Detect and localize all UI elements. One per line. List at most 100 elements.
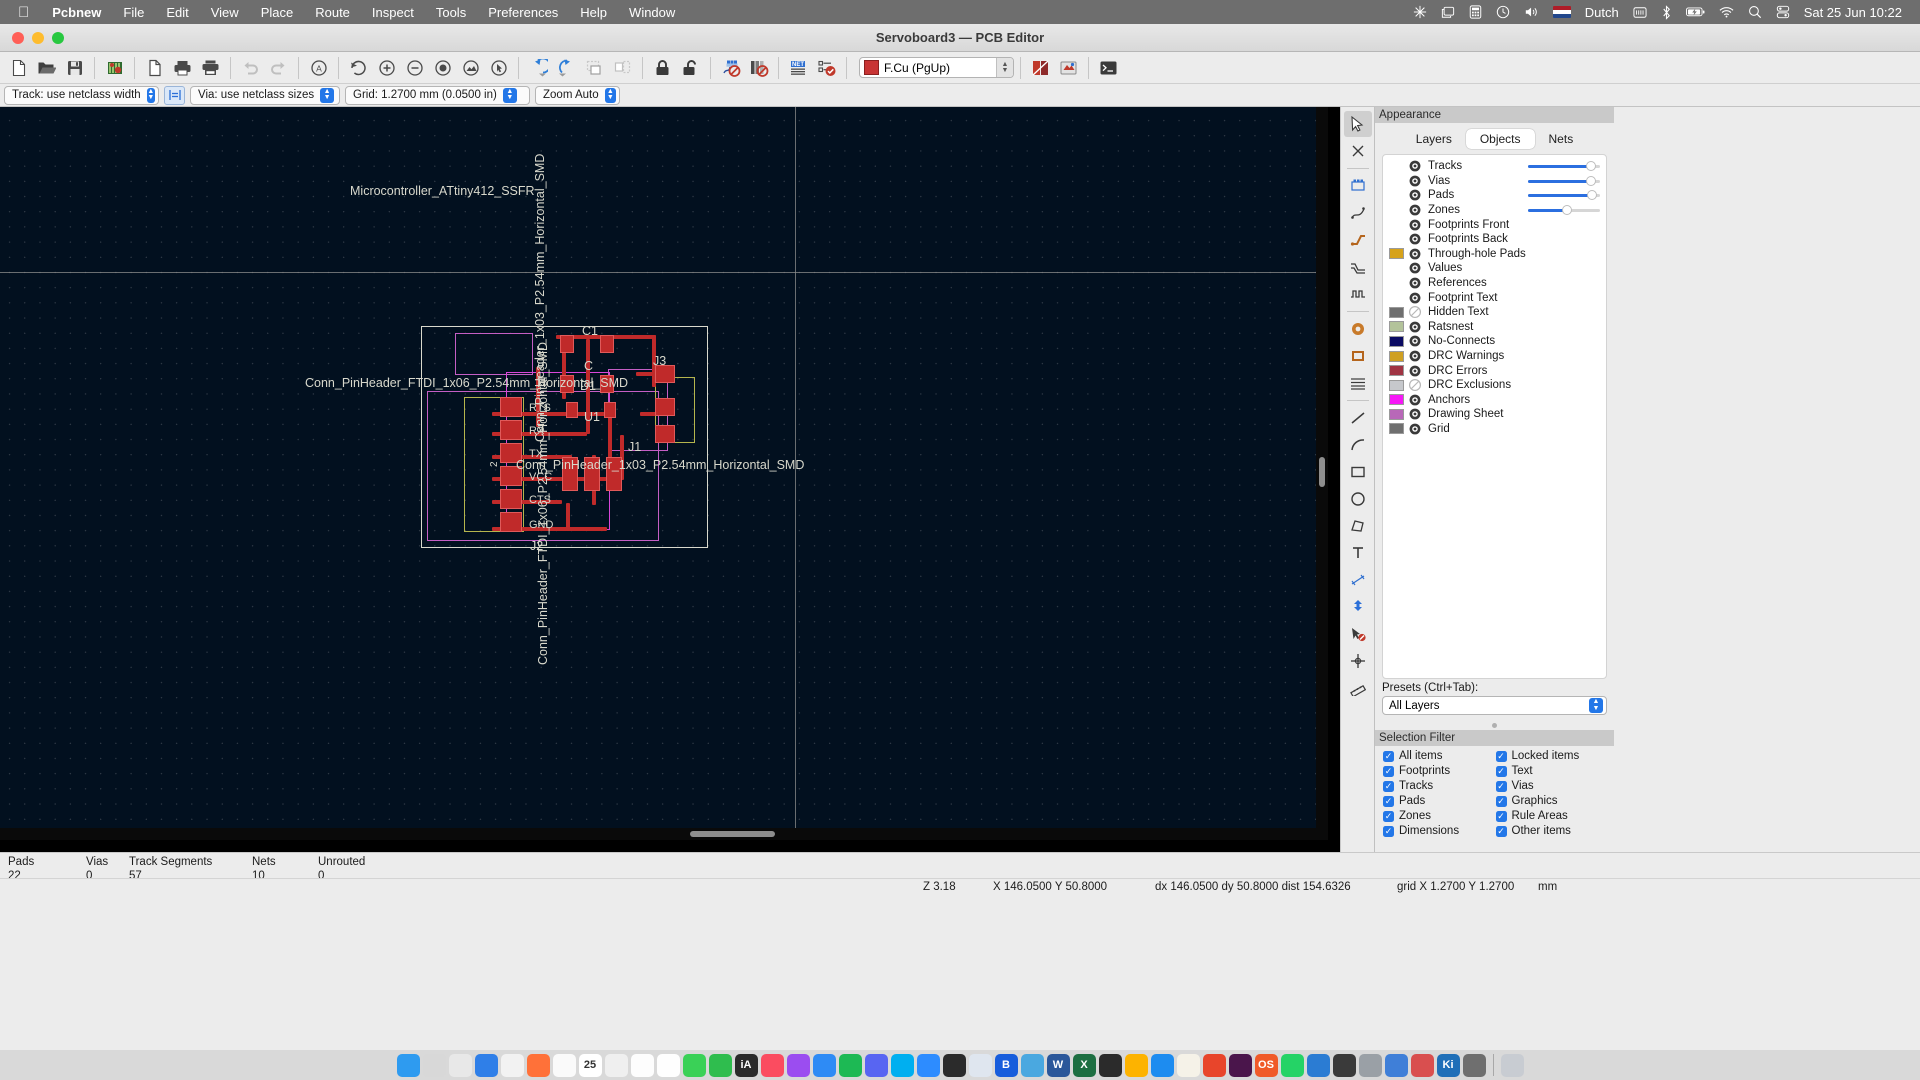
mirror-board-icon[interactable] [609, 54, 636, 81]
object-row[interactable]: Hidden Text [1383, 305, 1606, 320]
screen-mirroring-icon[interactable] [1441, 6, 1455, 19]
checkbox-icon[interactable]: ✓ [1383, 825, 1394, 837]
local-ratsnest-icon[interactable] [1344, 200, 1372, 226]
menu-bar-clock[interactable]: Sat 25 Jun 10:22 [1804, 5, 1902, 20]
dock-item-sketch[interactable] [1124, 1053, 1148, 1077]
eye-visible-icon[interactable] [1408, 159, 1422, 173]
menu-item-help[interactable]: Help [569, 5, 618, 20]
object-row[interactable]: No-Connects [1383, 334, 1606, 349]
filter-checkbox-text[interactable]: ✓ Text [1495, 765, 1609, 777]
scrollbar-thumb[interactable] [690, 831, 775, 837]
object-color-swatch[interactable] [1389, 423, 1404, 435]
lock-icon[interactable] [649, 54, 676, 81]
dock-item-safari2[interactable] [1410, 1053, 1434, 1077]
checkbox-icon[interactable]: ✓ [1383, 750, 1394, 762]
object-color-swatch[interactable] [1389, 335, 1404, 347]
page-settings-icon[interactable] [141, 54, 168, 81]
select-layer-pair-icon[interactable] [1055, 54, 1082, 81]
panel-resize-handle[interactable] [1375, 720, 1614, 730]
dock-item-excel[interactable]: X [1072, 1053, 1096, 1077]
rotate-cw-icon[interactable] [553, 54, 580, 81]
language-flag-icon[interactable] [1552, 6, 1571, 18]
dock-item-iterm[interactable] [1332, 1053, 1356, 1077]
pad[interactable] [604, 402, 616, 418]
object-row[interactable]: Footprints Front [1383, 217, 1606, 232]
draw-line-icon[interactable] [1344, 405, 1372, 431]
filter-checkbox-zones[interactable]: ✓ Zones [1383, 810, 1496, 822]
tab-nets[interactable]: Nets [1535, 129, 1588, 149]
dock-item-settings[interactable] [1358, 1053, 1382, 1077]
add-zone-icon[interactable] [1344, 343, 1372, 369]
dock-item-calendar[interactable]: 25 [578, 1053, 602, 1077]
checkbox-icon[interactable]: ✓ [1383, 765, 1394, 777]
dock-item-github[interactable] [1098, 1053, 1122, 1077]
object-row[interactable]: Vias [1383, 174, 1606, 189]
dock-item-whatsapp[interactable] [1280, 1053, 1304, 1077]
object-color-swatch[interactable] [1389, 350, 1404, 362]
pad[interactable] [560, 335, 574, 353]
menu-item-preferences[interactable]: Preferences [477, 5, 569, 20]
dock-item-mail[interactable] [474, 1053, 498, 1077]
object-row[interactable]: Tracks [1383, 159, 1606, 174]
eye-visible-icon[interactable] [1408, 232, 1422, 246]
eye-visible-icon[interactable] [1408, 174, 1422, 188]
add-rule-area-icon[interactable] [1344, 370, 1372, 396]
scrollbar-thumb[interactable] [1319, 457, 1325, 487]
control-center-icon[interactable] [1776, 5, 1790, 19]
dock-item-quicktime[interactable] [1384, 1053, 1408, 1077]
opacity-slider[interactable] [1528, 204, 1600, 216]
opacity-slider[interactable] [1528, 189, 1600, 201]
checkbox-icon[interactable]: ✓ [1495, 795, 1507, 807]
object-color-swatch[interactable] [1389, 365, 1404, 377]
active-layer-selector[interactable]: F.Cu (PgUp) ▲ ▼ [859, 57, 1014, 78]
draw-arc-icon[interactable] [1344, 432, 1372, 458]
grid-selector[interactable]: Grid: 1.2700 mm (0.0500 in) ▲ ▼ [345, 85, 530, 105]
pad[interactable] [566, 402, 578, 418]
via-size-selector[interactable]: Via: use netclass sizes ▲ ▼ [190, 85, 340, 105]
dock-item-skype[interactable] [890, 1053, 914, 1077]
zoom-out-icon[interactable] [401, 54, 428, 81]
object-color-swatch[interactable] [1389, 408, 1404, 420]
zoom-selector[interactable]: Zoom Auto ▲ ▼ [535, 85, 620, 105]
dock-item-tools[interactable] [1462, 1053, 1486, 1077]
eye-visible-icon[interactable] [1408, 218, 1422, 232]
keyboard-icon[interactable] [1633, 6, 1647, 19]
chevron-updown-icon[interactable]: ▲ ▼ [320, 87, 335, 103]
dock-item-kicad[interactable] [1020, 1053, 1044, 1077]
route-track-icon[interactable] [1344, 227, 1372, 253]
checkbox-icon[interactable]: ✓ [1495, 765, 1507, 777]
add-text-icon[interactable] [1344, 540, 1372, 566]
pad[interactable] [500, 420, 522, 440]
spotlight-search-icon[interactable] [1748, 5, 1762, 19]
eye-visible-icon[interactable] [1408, 203, 1422, 217]
eye-visible-icon[interactable] [1408, 276, 1422, 290]
eye-visible-icon[interactable] [1408, 334, 1422, 348]
filter-checkbox-all-items[interactable]: ✓ All items [1383, 750, 1496, 762]
checkbox-icon[interactable]: ✓ [1495, 750, 1507, 762]
filter-checkbox-footprints[interactable]: ✓ Footprints [1383, 765, 1496, 777]
object-row[interactable]: Anchors [1383, 393, 1606, 408]
object-row[interactable]: Zones [1383, 203, 1606, 218]
menu-item-window[interactable]: Window [618, 5, 686, 20]
add-dimension-icon[interactable] [1344, 567, 1372, 593]
dock-item-zoom[interactable] [916, 1053, 940, 1077]
route-diffpair-icon[interactable] [1344, 254, 1372, 280]
cursor-select-icon[interactable] [1343, 111, 1372, 137]
draw-circle-icon[interactable] [1344, 486, 1372, 512]
object-row[interactable]: Pads [1383, 188, 1606, 203]
filter-checkbox-vias[interactable]: ✓ Vias [1495, 780, 1609, 792]
dock-item-vscode[interactable] [1306, 1053, 1330, 1077]
menu-item-inspect[interactable]: Inspect [361, 5, 425, 20]
board-setup-icon[interactable] [101, 54, 128, 81]
zoom-fit-page-icon[interactable] [429, 54, 456, 81]
object-color-swatch[interactable] [1389, 306, 1404, 318]
dock-item-finder[interactable] [396, 1053, 420, 1077]
tab-layers[interactable]: Layers [1402, 129, 1466, 149]
eye-visible-icon[interactable] [1408, 364, 1422, 378]
net-inspector-icon[interactable]: NET [785, 54, 812, 81]
checkbox-icon[interactable]: ✓ [1383, 795, 1394, 807]
eye-hidden-icon[interactable] [1408, 378, 1422, 392]
flip-board-icon[interactable] [581, 54, 608, 81]
unlock-icon[interactable] [677, 54, 704, 81]
bluetooth-icon[interactable] [1661, 4, 1672, 20]
